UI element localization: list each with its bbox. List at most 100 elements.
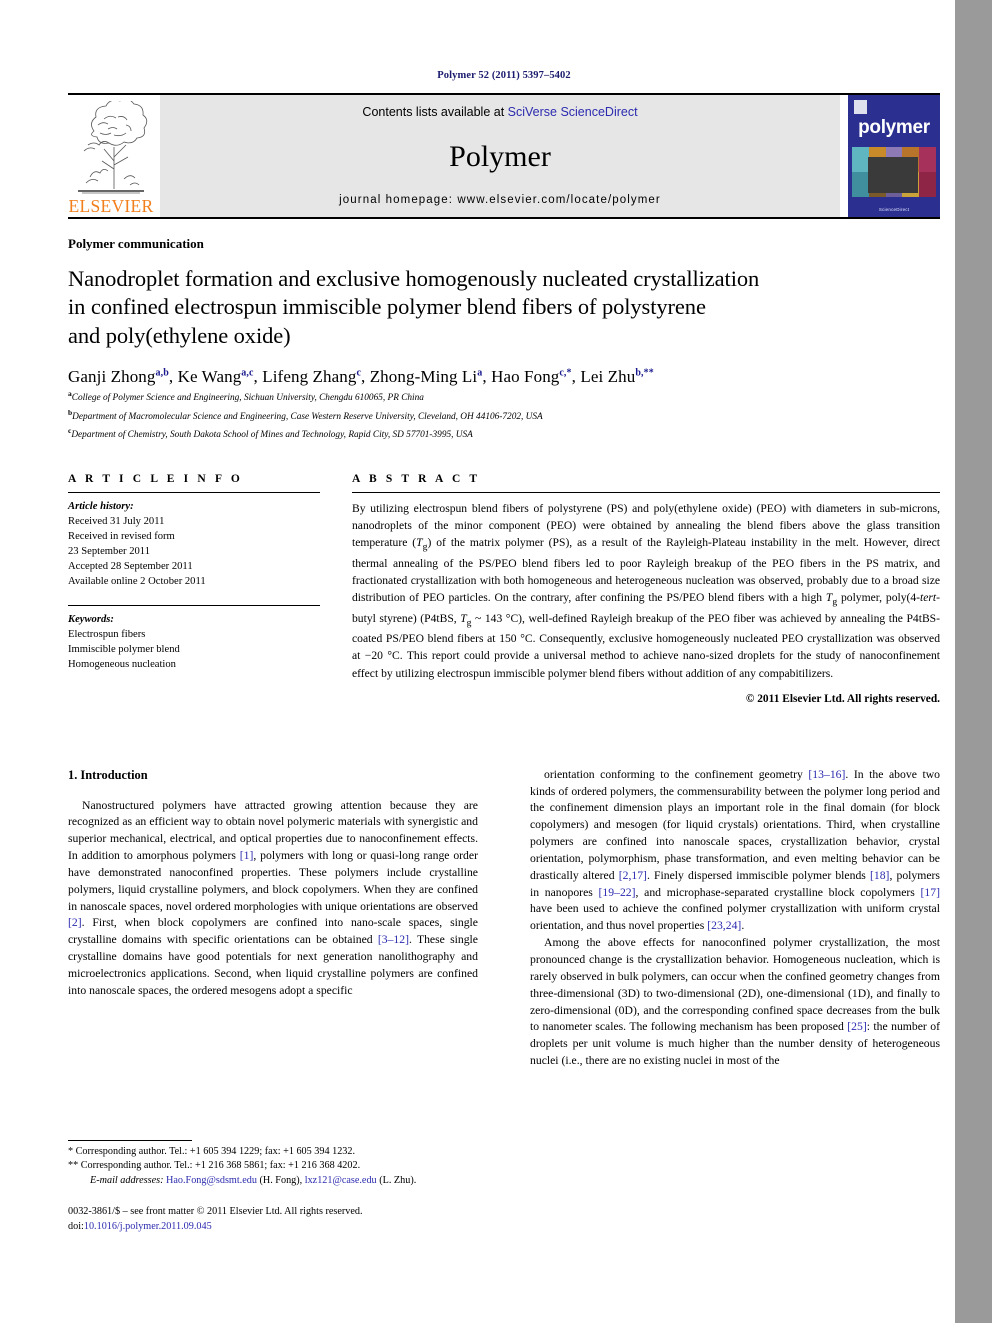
footnote-corresponding-2: ** Corresponding author. Tel.: +1 216 36… (68, 1160, 361, 1172)
cover-micrograph (868, 157, 918, 193)
author-name[interactable]: Lifeng Zhang (262, 367, 356, 386)
citation-link[interactable]: [13–16] (808, 768, 845, 781)
doi-label: doi: (68, 1221, 84, 1233)
page-title: Nanodroplet formation and exclusive homo… (68, 265, 940, 350)
contents-banner: Contents lists available at SciVerse Sci… (160, 95, 840, 217)
info-abstract-row: A R T I C L E I N F O Article history: R… (68, 473, 940, 705)
paragraph: orientation conforming to the confinemen… (530, 767, 940, 935)
keywords-block: Keywords: Electrospun fibers Immiscible … (68, 612, 320, 673)
author-list: Ganji Zhonga,b, Ke Wanga,c, Lifeng Zhang… (68, 367, 940, 387)
title-line-2: in confined electrospun immiscible polym… (68, 294, 706, 320)
author-marks: a,b (155, 367, 169, 379)
article-info-rule (68, 491, 320, 493)
affiliation-text: Department of Macromolecular Science and… (72, 411, 543, 422)
affiliation: bDepartment of Macromolecular Science an… (68, 408, 940, 425)
elsevier-logo: ELSEVIER (68, 95, 154, 217)
history-item: Received in revised form (68, 531, 175, 542)
footnote-block: * Corresponding author. Tel.: +1 605 394… (68, 1140, 478, 1235)
author-sep: , (482, 367, 492, 387)
elsevier-wordmark: ELSEVIER (68, 195, 154, 216)
text-run: . (741, 919, 745, 933)
author-name[interactable]: Zhong-Ming Li (370, 367, 478, 386)
text-run: . Finely dispersed immiscible polymer bl… (646, 868, 870, 882)
page-content: Polymer 52 (2011) 5397–5402 ELSEVIER Con… (68, 0, 940, 1070)
affiliation: aCollege of Polymer Science and Engineer… (68, 389, 940, 406)
citation-link[interactable]: [17] (921, 886, 940, 899)
text-run: Among the above effects for nanoconfined… (530, 936, 940, 1034)
citation-link[interactable]: [2,17] (619, 869, 647, 882)
sciencedirect-link[interactable]: SciVerse ScienceDirect (508, 105, 638, 119)
paragraph: Nanostructured polymers have attracted g… (68, 798, 478, 1000)
body-column-left: 1. Introduction Nanostructured polymers … (68, 767, 478, 1070)
masthead-bottom-rule (68, 217, 940, 219)
doi-link[interactable]: 10.1016/j.polymer.2011.09.045 (84, 1221, 212, 1232)
abstract-heading: A B S T R A C T (352, 472, 481, 485)
author-marks: a,c (241, 367, 254, 379)
keywords-rule (68, 604, 320, 606)
affiliation-text: College of Polymer Science and Engineeri… (71, 393, 424, 404)
article-history-label: Article history: (68, 500, 134, 512)
masthead: ELSEVIER Contents lists available at Sci… (68, 95, 940, 217)
footnote-emails: E-mail addresses: Hao.Fong@sdsmt.edu (H.… (68, 1174, 478, 1188)
text-run: orientation conforming to the confinemen… (544, 767, 809, 781)
body-column-right: orientation conforming to the confinemen… (530, 767, 940, 1070)
article-history: Article history: Received 31 July 2011 R… (68, 499, 320, 590)
keyword-item: Electrospun fibers (68, 628, 146, 640)
footnote-rule (68, 1140, 192, 1141)
issn-front-matter: 0032-3861/$ – see front matter © 2011 El… (68, 1206, 363, 1218)
citation-link[interactable]: [25] (847, 1020, 866, 1033)
journal-homepage[interactable]: journal homepage: www.elsevier.com/locat… (339, 194, 661, 206)
citation-link[interactable]: [19–22] (599, 886, 636, 899)
imprint-block: 0032-3861/$ – see front matter © 2011 El… (68, 1205, 478, 1235)
author-name[interactable]: Lei Zhu (580, 367, 635, 386)
abstract-text: By utilizing electrospun blend fibers of… (352, 500, 940, 682)
email-owner: (H. Fong), (256, 1174, 305, 1186)
author-sep: , (168, 367, 178, 387)
author-marks: b,** (635, 367, 654, 379)
affiliation-text: Department of Chemistry, South Dakota Sc… (71, 430, 473, 441)
citation-link[interactable]: [3–12] (378, 933, 409, 946)
section-heading-introduction: 1. Introduction (68, 767, 148, 782)
history-item: Received 31 July 2011 (68, 515, 165, 527)
author-name[interactable]: Hao Fong (491, 367, 559, 386)
history-item: 23 September 2011 (68, 546, 150, 558)
paragraph: Among the above effects for nanoconfined… (530, 935, 940, 1070)
history-item: Accepted 28 September 2011 (68, 561, 193, 573)
author-sep: , (361, 367, 370, 387)
author-sep: , (253, 367, 263, 387)
abstract-column: A B S T R A C T By utilizing electrospun… (352, 473, 940, 705)
history-item: Available online 2 October 2011 (68, 576, 206, 588)
citation-link[interactable]: [2] (68, 916, 82, 929)
body-columns: 1. Introduction Nanostructured polymers … (68, 767, 940, 1070)
text-run: , and microphase-separated crystalline b… (635, 885, 921, 899)
page-edge-band (955, 0, 992, 1323)
footnote-corresponding-1: * Corresponding author. Tel.: +1 605 394… (68, 1146, 356, 1157)
author-marks: c,* (559, 367, 572, 379)
article-kind: Polymer communication (68, 236, 204, 251)
email-link-zhu[interactable]: lxz121@case.edu (305, 1175, 377, 1186)
citation-link[interactable]: [23,24] (707, 919, 741, 932)
journal-cover-thumbnail[interactable]: polymer ScienceDirect (848, 95, 940, 217)
cover-title: polymer (858, 117, 930, 138)
affiliation: cDepartment of Chemistry, South Dakota S… (68, 426, 940, 443)
cover-elsevier-icon (854, 100, 867, 114)
keyword-item: Homogeneous nucleation (68, 658, 176, 670)
journal-title: Polymer (449, 139, 551, 173)
author-name[interactable]: Ganji Zhong (68, 367, 156, 386)
email-label: E-mail addresses: (90, 1174, 164, 1186)
cover-footer-text: ScienceDirect (878, 207, 910, 212)
abstract-copyright: © 2011 Elsevier Ltd. All rights reserved… (745, 692, 940, 705)
page-canvas: Polymer 52 (2011) 5397–5402 ELSEVIER Con… (0, 0, 955, 1323)
article-info-heading: A R T I C L E I N F O (68, 472, 243, 485)
text-run: . In the above two kinds of ordered poly… (530, 767, 940, 882)
abstract-part-3: polymer, poly(4- (837, 590, 921, 604)
elsevier-tree-icon (78, 100, 148, 193)
tert-italic: tert (920, 590, 937, 604)
email-link-fong[interactable]: Hao.Fong@sdsmt.edu (166, 1175, 257, 1186)
author-name[interactable]: Ke Wang (178, 367, 242, 386)
citation-link[interactable]: [18] (870, 869, 889, 882)
abstract-rule (352, 491, 940, 493)
citation-link[interactable]: [1] (240, 849, 254, 862)
email-owner: (L. Zhu). (376, 1174, 417, 1186)
contents-prefix: Contents lists available at (362, 105, 508, 119)
